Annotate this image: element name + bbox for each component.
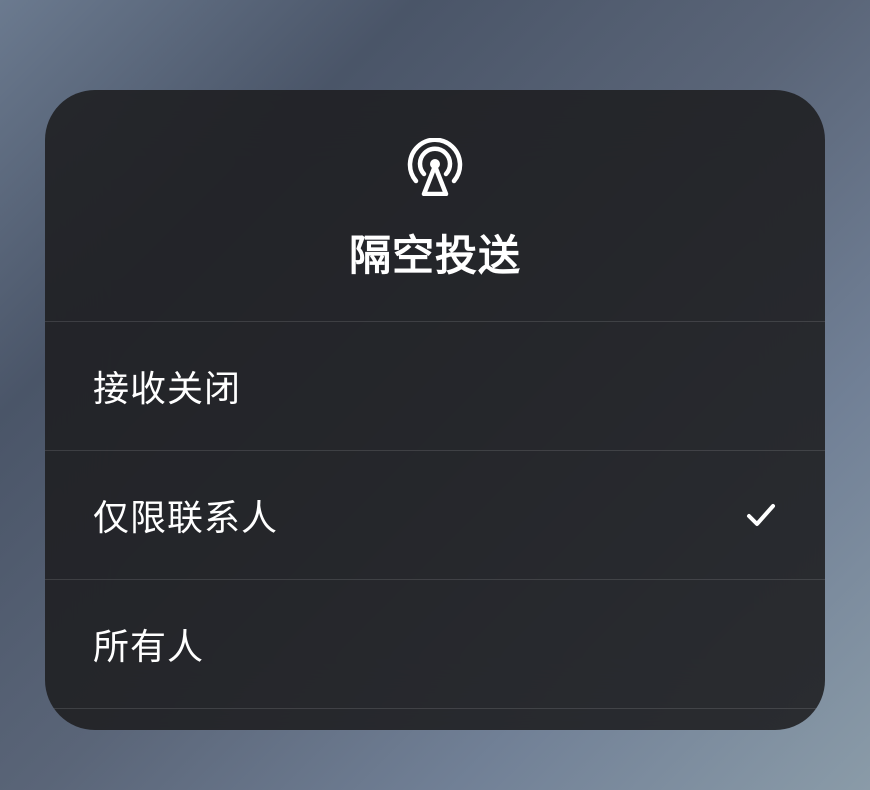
option-label: 仅限联系人: [93, 489, 278, 541]
option-label: 所有人: [93, 618, 204, 670]
option-receiving-off[interactable]: 接收关闭: [45, 322, 825, 451]
option-list: 接收关闭 仅限联系人 所有人: [45, 322, 825, 709]
option-everyone[interactable]: 所有人: [45, 580, 825, 709]
checkmark-icon: [745, 499, 777, 531]
airdrop-settings-panel: 隔空投送 接收关闭 仅限联系人 所有人: [45, 90, 825, 730]
panel-title: 隔空投送: [349, 222, 521, 283]
panel-header: 隔空投送: [45, 90, 825, 322]
airdrop-icon: [400, 138, 470, 196]
option-contacts-only[interactable]: 仅限联系人: [45, 451, 825, 580]
option-label: 接收关闭: [93, 360, 241, 412]
